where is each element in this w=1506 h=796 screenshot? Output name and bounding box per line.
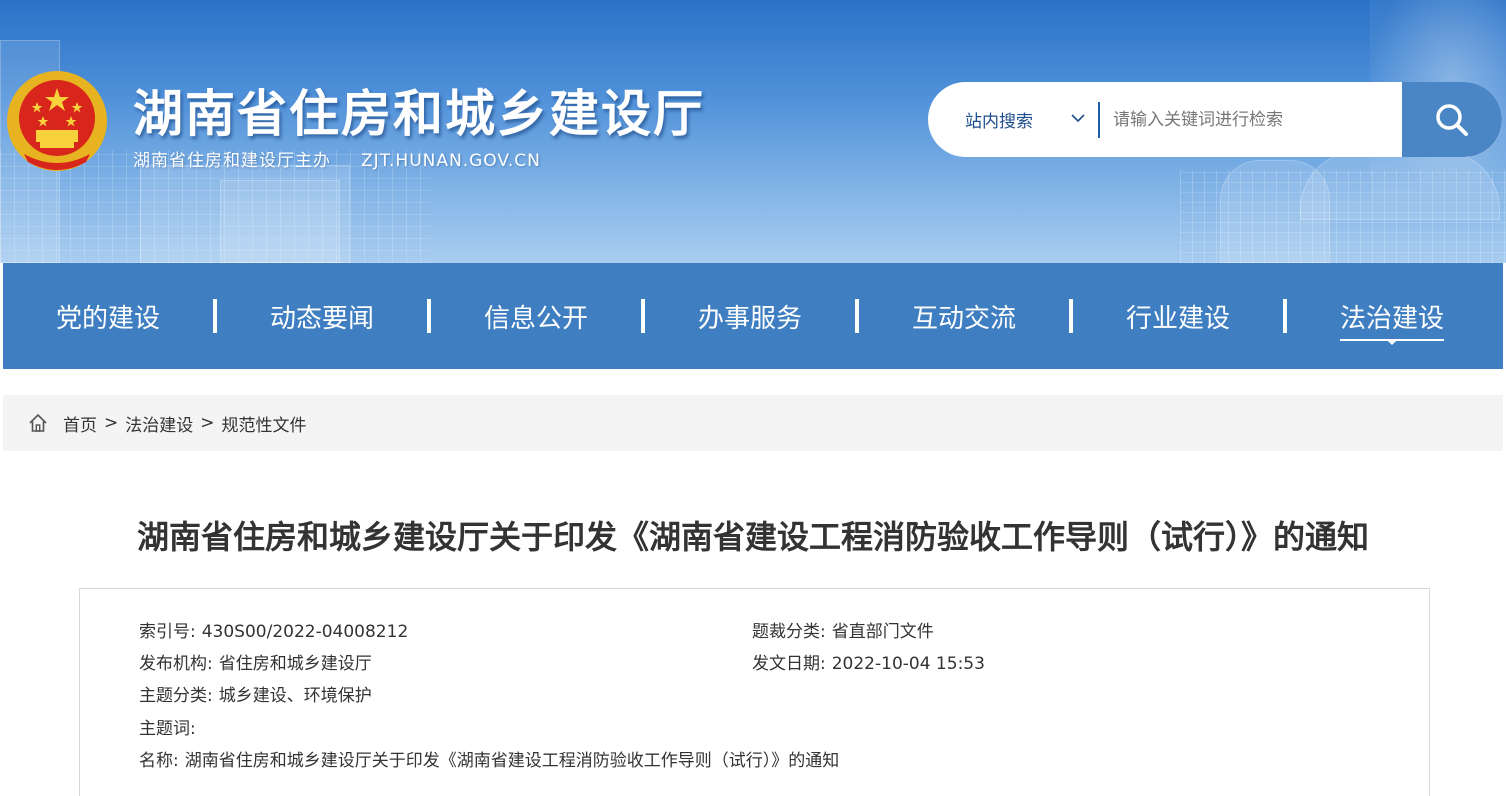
meta-genre-value: 省直部门文件 bbox=[831, 622, 934, 642]
breadcrumb-separator: > bbox=[200, 413, 215, 433]
document-meta-box: 索引号: 430S00/2022-04008212 题裁分类: 省直部门文件 发布机… bbox=[79, 588, 1430, 796]
meta-genre-label: 题裁分类: bbox=[752, 622, 826, 642]
main-nav: 党的建设 动态要闻 信息公开 办事服务 互动交流 行业建设 法治建设 bbox=[3, 263, 1503, 369]
meta-name-label: 名称: bbox=[139, 751, 179, 771]
nav-item-rule-of-law[interactable]: 法治建设 bbox=[1287, 263, 1497, 369]
meta-keywords: 主题词: bbox=[139, 714, 202, 739]
site-subtitle: 湖南省住房和建设厅主办 ZJT.HUNAN.GOV.CN bbox=[133, 146, 541, 171]
breadcrumb-home-link[interactable]: 首页 bbox=[63, 411, 97, 436]
nav-item-info-disclosure[interactable]: 信息公开 bbox=[431, 263, 641, 369]
meta-index-value: 430S00/2022-04008212 bbox=[201, 622, 409, 642]
breadcrumb-normative-docs-link[interactable]: 规范性文件 bbox=[222, 411, 307, 436]
meta-index: 索引号: 430S00/2022-04008212 bbox=[139, 617, 408, 642]
search-button[interactable] bbox=[1402, 82, 1502, 157]
nav-item-news[interactable]: 动态要闻 bbox=[217, 263, 427, 369]
meta-index-label: 索引号: bbox=[139, 622, 196, 642]
meta-issuer: 发布机构: 省住房和城乡建设厅 bbox=[139, 649, 372, 674]
search-scope-label: 站内搜索 bbox=[965, 112, 1033, 132]
search-scope-select[interactable]: 站内搜索 bbox=[928, 82, 1098, 157]
site-domain: ZJT.HUNAN.GOV.CN bbox=[361, 151, 541, 171]
meta-issuer-label: 发布机构: bbox=[139, 654, 213, 674]
meta-issuer-value: 省住房和城乡建设厅 bbox=[218, 654, 372, 674]
chevron-down-icon bbox=[1071, 114, 1085, 123]
national-emblem-icon bbox=[7, 71, 107, 171]
home-icon bbox=[29, 413, 47, 432]
nav-item-services[interactable]: 办事服务 bbox=[645, 263, 855, 369]
nav-item-industry[interactable]: 行业建设 bbox=[1073, 263, 1283, 369]
meta-keywords-label: 主题词: bbox=[139, 719, 196, 739]
nav-item-interaction[interactable]: 互动交流 bbox=[859, 263, 1069, 369]
site-title[interactable]: 湖南省住房和城乡建设厅 bbox=[133, 74, 705, 143]
search-icon bbox=[1436, 103, 1468, 136]
breadcrumb: 首页 > 法治建设 > 规范性文件 bbox=[3, 395, 1503, 451]
search-bar: 站内搜索 bbox=[928, 82, 1502, 157]
meta-date-value: 2022-10-04 15:53 bbox=[831, 654, 985, 674]
breadcrumb-rule-of-law-link[interactable]: 法治建设 bbox=[125, 411, 193, 436]
search-input[interactable] bbox=[1100, 82, 1402, 157]
meta-topic-label: 主题分类: bbox=[139, 686, 213, 706]
meta-genre: 题裁分类: 省直部门文件 bbox=[752, 617, 934, 642]
meta-topic-value: 城乡建设、环境保护 bbox=[218, 686, 372, 706]
site-sponsor: 湖南省住房和建设厅主办 bbox=[133, 151, 331, 171]
meta-name-value: 湖南省住房和城乡建设厅关于印发《湖南省建设工程消防验收工作导则（试行）》的通知 bbox=[184, 751, 840, 771]
breadcrumb-separator: > bbox=[104, 413, 119, 433]
meta-date-label: 发文日期: bbox=[752, 654, 826, 674]
article-title: 湖南省住房和城乡建设厅关于印发《湖南省建设工程消防验收工作导则（试行）》的通知 bbox=[136, 518, 1369, 556]
meta-topic: 主题分类: 城乡建设、环境保护 bbox=[139, 681, 372, 706]
meta-name: 名称: 湖南省住房和城乡建设厅关于印发《湖南省建设工程消防验收工作导则（试行）》的… bbox=[139, 746, 839, 771]
meta-date: 发文日期: 2022-10-04 15:53 bbox=[752, 649, 985, 674]
nav-item-party-building[interactable]: 党的建设 bbox=[3, 263, 213, 369]
